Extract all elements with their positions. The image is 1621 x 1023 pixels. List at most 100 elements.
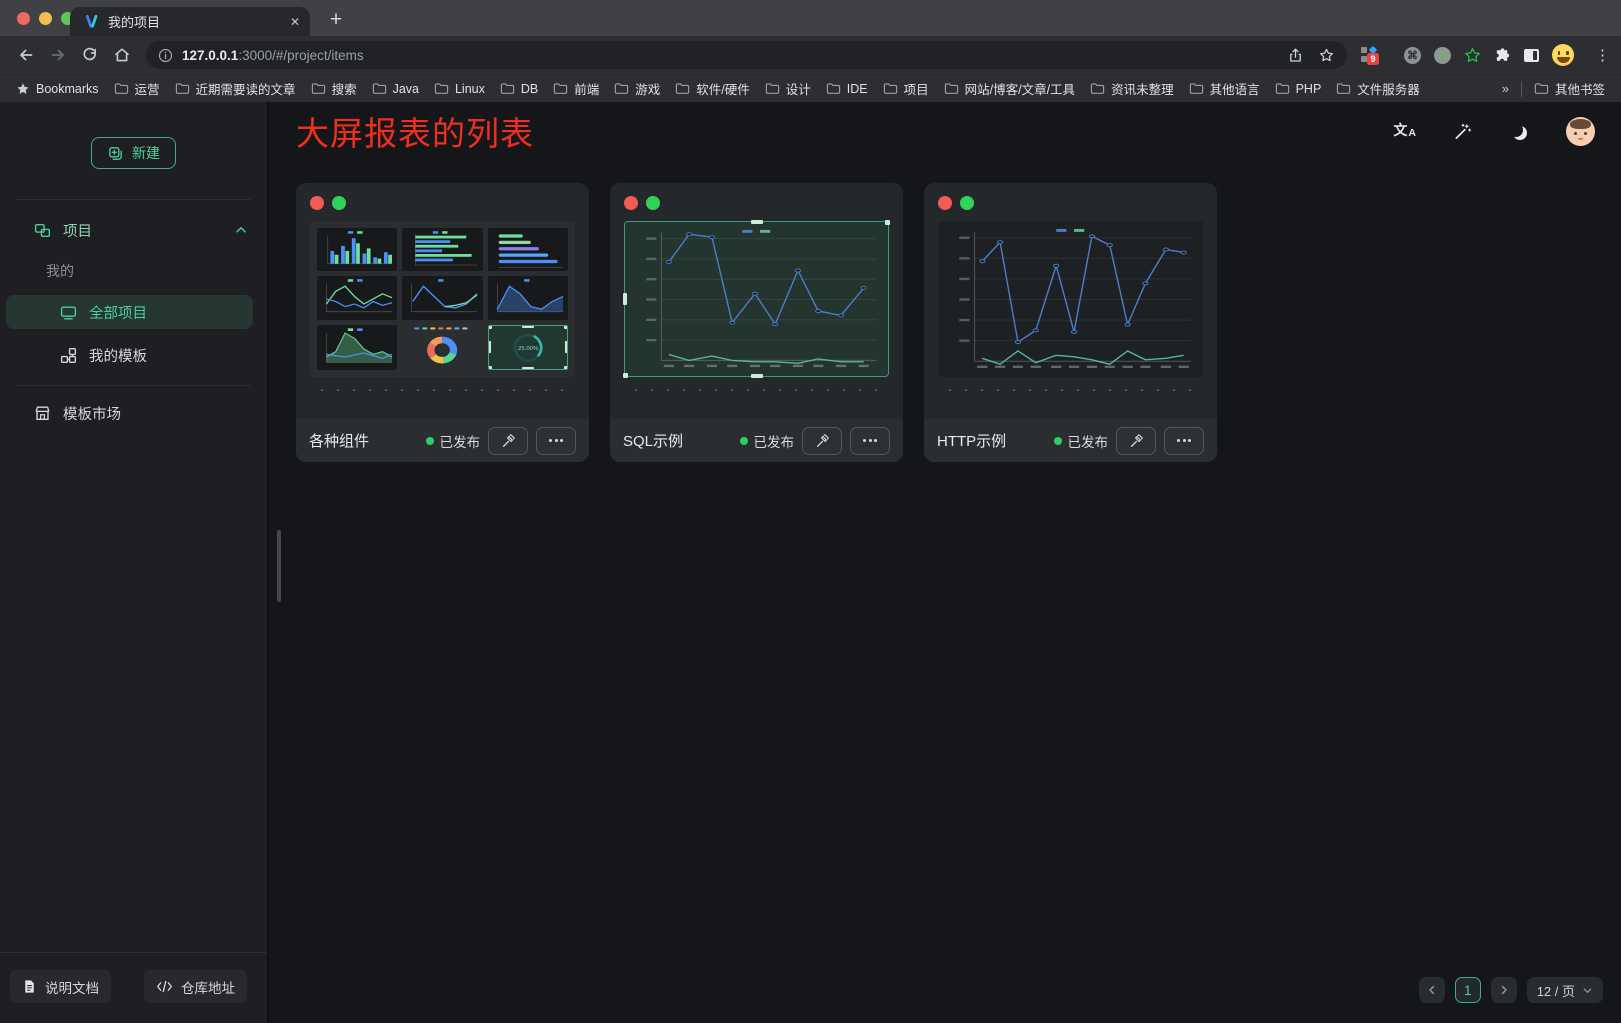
- more-button[interactable]: [536, 427, 576, 455]
- minimize-window-button[interactable]: [39, 12, 52, 25]
- edit-button[interactable]: [802, 427, 842, 455]
- workflow-icon: [59, 346, 78, 365]
- bookmarks-root[interactable]: Bookmarks: [16, 82, 99, 96]
- bookmark-folder[interactable]: DB: [500, 82, 538, 96]
- extension-record-icon[interactable]: [1434, 47, 1451, 64]
- prev-page-button[interactable]: [1419, 977, 1445, 1003]
- bookmark-star-icon[interactable]: [1318, 47, 1335, 64]
- page-size-value: 12 / 页: [1537, 981, 1575, 1000]
- extension-green-star-icon[interactable]: [1464, 47, 1481, 64]
- docs-button-label: 说明文档: [45, 977, 99, 997]
- extension-grid-icon[interactable]: 9: [1361, 47, 1378, 64]
- home-button[interactable]: [108, 41, 136, 69]
- more-button[interactable]: [850, 427, 890, 455]
- browser-menu-icon[interactable]: ⋮: [1595, 46, 1611, 64]
- status-label: 已发布: [1068, 431, 1109, 451]
- ellipsis-icon: [1177, 439, 1191, 442]
- back-button[interactable]: [12, 41, 40, 69]
- tab-title: 我的项目: [108, 12, 281, 31]
- mini-area-chart: [488, 276, 568, 319]
- current-page[interactable]: 1: [1455, 977, 1481, 1003]
- project-card[interactable]: 25.00% 各种组件: [296, 183, 589, 462]
- next-page-button[interactable]: [1491, 977, 1517, 1003]
- forward-button[interactable]: [44, 41, 72, 69]
- sidebar-spacer: [0, 430, 267, 952]
- docs-button[interactable]: 说明文档: [10, 970, 111, 1003]
- folder-icon: [500, 82, 515, 95]
- url-text[interactable]: 127.0.0.1:3000/#/project/items: [182, 48, 1278, 63]
- new-tab-button[interactable]: +: [322, 6, 350, 34]
- folder-icon: [553, 82, 568, 95]
- bookmark-folder[interactable]: Linux: [434, 82, 485, 96]
- mini-donut-chart: [402, 325, 482, 370]
- card-dots: [938, 196, 1203, 210]
- bookmark-folder[interactable]: 设计: [765, 79, 811, 98]
- url-host: 127.0.0.1: [182, 48, 238, 63]
- reload-button[interactable]: [76, 41, 104, 69]
- user-avatar[interactable]: [1566, 117, 1595, 146]
- chevron-up-icon[interactable]: [233, 222, 249, 238]
- new-project-button[interactable]: 新建: [91, 137, 176, 169]
- bookmark-folder[interactable]: 其他语言: [1189, 79, 1260, 98]
- close-window-button[interactable]: [17, 12, 30, 25]
- bookmark-folder[interactable]: 搜索: [311, 79, 357, 98]
- bookmark-folder[interactable]: 资讯未整理: [1090, 79, 1174, 98]
- card-dots: [624, 196, 889, 210]
- side-panel-icon[interactable]: [1524, 49, 1539, 62]
- file-text-icon: [22, 979, 37, 994]
- hammer-icon: [500, 433, 516, 449]
- magic-wand-icon[interactable]: [1453, 122, 1472, 141]
- folder-icon: [1336, 82, 1351, 95]
- extension-badge: 9: [1367, 53, 1379, 65]
- bookmark-folder[interactable]: Java: [372, 82, 419, 96]
- bookmark-folder[interactable]: PHP: [1275, 82, 1322, 96]
- browser-tab[interactable]: 我的项目 ✕: [70, 7, 310, 36]
- other-bookmarks-button[interactable]: 其他书签: [1534, 79, 1605, 98]
- page-size-select[interactable]: 12 / 页: [1527, 977, 1603, 1003]
- page-header: 大屏报表的列表 文A: [268, 102, 1621, 160]
- folder-icon: [372, 82, 387, 95]
- language-icon[interactable]: 文A: [1393, 123, 1416, 139]
- bookmark-folder[interactable]: 软件/硬件: [675, 79, 749, 98]
- bookmark-folder[interactable]: 近期需要读的文章: [175, 79, 296, 98]
- bookmark-folder[interactable]: 前端: [553, 79, 599, 98]
- sidebar-item-template-market-label: 模板市场: [63, 403, 121, 424]
- project-card[interactable]: HTTP示例 已发布: [924, 183, 1217, 462]
- edit-button[interactable]: [488, 427, 528, 455]
- sidebar-item-all-projects[interactable]: 全部项目: [6, 295, 253, 329]
- bookmark-folder[interactable]: 文件服务器: [1336, 79, 1420, 98]
- card-preview-dashboard: 25.00%: [310, 221, 575, 377]
- bookmark-folder[interactable]: 网站/博客/文章/工具: [944, 79, 1075, 98]
- sidebar-item-my-templates[interactable]: 我的模板: [0, 338, 267, 372]
- publish-status: 已发布: [740, 431, 795, 451]
- project-card[interactable]: SQL示例 已发布: [610, 183, 903, 462]
- new-project-label: 新建: [132, 143, 160, 163]
- tab-close-icon[interactable]: ✕: [290, 15, 300, 29]
- project-name: HTTP示例: [937, 430, 1006, 451]
- edit-button[interactable]: [1116, 427, 1156, 455]
- mini-bar-chart: [317, 228, 397, 271]
- extensions-puzzle-icon[interactable]: [1494, 47, 1511, 64]
- status-dot: [1054, 437, 1062, 445]
- project-name: 各种组件: [309, 430, 369, 451]
- profile-avatar-emoji[interactable]: [1552, 44, 1574, 66]
- share-icon[interactable]: [1287, 47, 1304, 64]
- bookmark-folder[interactable]: 运营: [114, 79, 160, 98]
- bookmark-folder[interactable]: 项目: [883, 79, 929, 98]
- dark-mode-moon-icon[interactable]: [1509, 123, 1523, 137]
- mini-line-chart: [317, 276, 397, 319]
- repo-button[interactable]: 仓库地址: [144, 970, 247, 1003]
- sidebar-subgroup-mine: 我的: [0, 254, 267, 288]
- sidebar-group-project[interactable]: 项目: [0, 213, 267, 247]
- more-button[interactable]: [1164, 427, 1204, 455]
- address-bar[interactable]: 127.0.0.1:3000/#/project/items: [146, 41, 1347, 69]
- bookmarks-overflow-button[interactable]: »: [1502, 81, 1509, 96]
- sidebar-item-template-market[interactable]: 模板市场: [0, 396, 267, 430]
- address-bar-actions: [1287, 47, 1335, 64]
- extension-command-icon[interactable]: ⌘: [1404, 47, 1421, 64]
- site-info-icon[interactable]: [158, 48, 173, 63]
- bookmark-folder[interactable]: 游戏: [614, 79, 660, 98]
- scrollbar-thumb[interactable]: [277, 530, 281, 602]
- bookmark-folder[interactable]: IDE: [826, 82, 868, 96]
- copy-plus-icon: [107, 145, 124, 162]
